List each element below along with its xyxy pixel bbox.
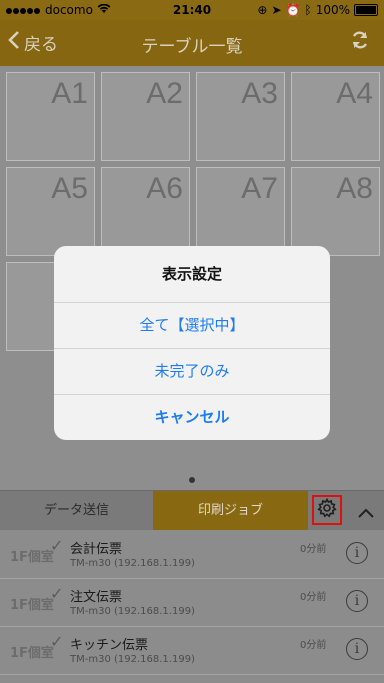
display-settings-dialog: 表示設定 全て【選択中】 未完了のみ キャンセル	[54, 246, 330, 440]
cancel-button[interactable]: キャンセル	[54, 394, 330, 440]
option-incomplete-button[interactable]: 未完了のみ	[54, 348, 330, 394]
modal-overlay: 表示設定 全て【選択中】 未完了のみ キャンセル	[0, 0, 384, 683]
dialog-title: 表示設定	[161, 265, 222, 283]
option-all-button[interactable]: 全て【選択中】	[54, 302, 330, 348]
